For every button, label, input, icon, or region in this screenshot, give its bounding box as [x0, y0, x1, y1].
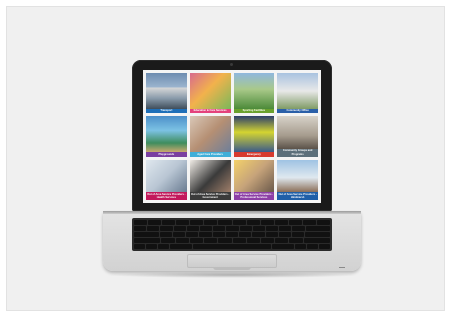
- tile-professional-services[interactable]: Out of Area Service Providers - Professi…: [233, 159, 275, 200]
- keyboard-row: [134, 226, 331, 231]
- trackpad: [187, 254, 277, 268]
- tile-label: Emergency: [233, 151, 275, 157]
- tile-emergency[interactable]: Emergency: [233, 116, 275, 157]
- tile-sporting-facilities[interactable]: Sporting Facilities: [233, 73, 275, 114]
- tile-label: Sporting Facilities: [233, 108, 275, 114]
- tile-transport[interactable]: Transport: [146, 73, 187, 114]
- tile-playgrounds[interactable]: Playgrounds: [146, 116, 187, 157]
- tile-label: Aged Care Providers: [189, 151, 231, 157]
- service-tile-grid: Transport Education & Care Services Spor…: [143, 70, 321, 203]
- lid-notch: [213, 267, 251, 270]
- tile-photo: [277, 73, 318, 109]
- power-indicator: [339, 267, 345, 268]
- tile-community-office[interactable]: Community Office: [277, 73, 318, 114]
- tile-label: Out of Area Service Providers - Health S…: [146, 191, 187, 200]
- tile-aged-care[interactable]: Aged Care Providers: [189, 116, 231, 157]
- keyboard-row: [134, 220, 331, 225]
- tile-label: Out of Area Service Providers - Professi…: [233, 191, 275, 200]
- tile-photo: [146, 73, 187, 109]
- image-frame: Transport Education & Care Services Spor…: [6, 6, 445, 311]
- tile-government[interactable]: Out of Area Service Providers - Governme…: [189, 159, 231, 200]
- tile-community-groups[interactable]: Community Groups and Programs: [277, 116, 318, 157]
- tile-photo: [277, 159, 318, 192]
- laptop-base: [103, 211, 361, 271]
- keyboard-row: [134, 232, 330, 237]
- laptop-hinge: [103, 211, 361, 214]
- tile-health-services[interactable]: Out of Area Service Providers - Health S…: [146, 159, 187, 200]
- tile-label: Out of Area Service Providers - Hindmars…: [277, 191, 318, 200]
- tile-photo: [189, 159, 231, 192]
- laptop-shadow: [107, 272, 359, 278]
- keyboard-row: [134, 238, 331, 243]
- tile-label: Community Groups and Programs: [277, 148, 318, 157]
- keyboard: [132, 218, 332, 251]
- tile-label: Community Office: [277, 108, 318, 114]
- laptop-screen: Transport Education & Care Services Spor…: [143, 70, 321, 203]
- tile-photo: [146, 116, 187, 152]
- laptop-lid: Transport Education & Care Services Spor…: [132, 60, 332, 211]
- tile-photo: [233, 116, 275, 152]
- tile-photo: [189, 73, 231, 109]
- webcam-icon: [230, 63, 233, 66]
- tile-photo: [277, 116, 318, 149]
- tile-photo: [146, 159, 187, 192]
- tile-education-care[interactable]: Education & Care Services: [189, 73, 231, 114]
- tile-photo: [233, 159, 275, 192]
- tile-label: Education & Care Services: [189, 108, 231, 114]
- tile-label: Out of Area Service Providers - Governme…: [189, 191, 231, 200]
- keyboard-row: [134, 244, 331, 249]
- tile-label: Transport: [146, 108, 187, 114]
- tile-label: Playgrounds: [146, 151, 187, 157]
- tile-photo: [189, 116, 231, 152]
- tile-hindmarsh[interactable]: Out of Area Service Providers - Hindmars…: [277, 159, 318, 200]
- tile-photo: [233, 73, 275, 109]
